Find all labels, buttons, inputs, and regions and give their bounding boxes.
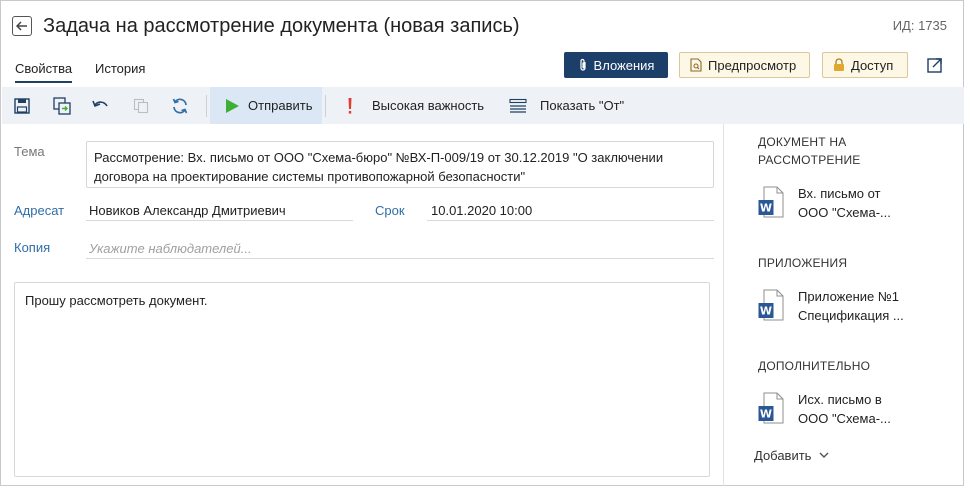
svg-text:W: W: [760, 408, 772, 421]
attachment-item[interactable]: W Приложение №1 Спецификация ...: [758, 287, 948, 327]
additional-name-line: Исх. письмо в: [798, 392, 882, 407]
additional-name-line: ООО "Схема-...: [798, 411, 891, 426]
addressee-field[interactable]: Новиков Александр Дмитриевич: [89, 203, 286, 218]
deadline-underline: [427, 220, 714, 221]
copy-underline: [86, 258, 714, 259]
additional-item[interactable]: W Исх. письмо в ООО "Схема-...: [758, 390, 948, 430]
addressee-label[interactable]: Адресат: [14, 203, 64, 218]
save-icon[interactable]: [12, 96, 32, 116]
document-item[interactable]: W Вх. письмо от ООО "Схема-...: [758, 184, 948, 224]
show-from-toggle[interactable]: Показать "От": [540, 98, 624, 113]
play-icon: [226, 98, 239, 113]
page-title: Задача на рассмотрение документа (новая …: [43, 15, 520, 37]
add-button[interactable]: Добавить: [754, 448, 829, 463]
undo-icon[interactable]: [91, 96, 111, 116]
refresh-icon[interactable]: [170, 96, 190, 116]
section-attachments-title: ПРИЛОЖЕНИЯ: [758, 256, 848, 270]
preview-label: Предпросмотр: [708, 57, 797, 73]
arrow-left-icon: [16, 21, 27, 31]
task-window: Задача на рассмотрение документа (новая …: [0, 0, 964, 486]
copy-field[interactable]: Укажите наблюдателей...: [89, 241, 252, 256]
svg-text:W: W: [760, 305, 772, 318]
save-and-close-icon[interactable]: [52, 96, 72, 116]
message-body[interactable]: Прошу рассмотреть документ.: [14, 282, 710, 477]
preview-icon: [690, 58, 702, 72]
exclamation-icon[interactable]: [340, 96, 360, 116]
attachment-name-line: Спецификация ...: [798, 308, 904, 323]
tab-properties[interactable]: Свойства: [15, 61, 73, 83]
svg-text:W: W: [760, 202, 772, 215]
addressee-underline: [86, 220, 353, 221]
back-button[interactable]: [12, 16, 32, 36]
toolbar: Отправить Высокая важность Показать "От": [2, 87, 964, 124]
deadline-field[interactable]: 10.01.2020 10:00: [431, 203, 532, 218]
deadline-label[interactable]: Срок: [375, 203, 405, 218]
copy-icon: [131, 96, 151, 116]
tab-history[interactable]: История: [95, 61, 145, 76]
access-label: Доступ: [851, 57, 894, 73]
access-button[interactable]: Доступ: [822, 52, 908, 78]
record-id: ИД: 1735: [892, 18, 947, 33]
word-file-icon: W: [758, 186, 784, 218]
list-icon[interactable]: [508, 96, 528, 116]
high-importance-toggle[interactable]: Высокая важность: [372, 98, 484, 113]
attachment-name-line: Приложение №1: [798, 289, 900, 304]
section-document-title: ДОКУМЕНТ НА РАССМОТРЕНИЕ: [758, 135, 861, 167]
send-label: Отправить: [248, 98, 313, 113]
panel-divider: [723, 124, 724, 486]
word-file-icon: W: [758, 289, 784, 321]
preview-button[interactable]: Предпросмотр: [679, 52, 810, 78]
section-additional-title: ДОПОЛНИТЕЛЬНО: [758, 359, 871, 373]
toolbar-divider: [325, 95, 326, 117]
document-name-line: Вх. письмо от: [798, 186, 881, 201]
toolbar-divider: [206, 95, 207, 117]
attachments-label: Вложения: [593, 57, 655, 73]
word-file-icon: W: [758, 392, 784, 424]
lock-icon: [833, 58, 845, 72]
attachments-button[interactable]: Вложения: [564, 52, 668, 78]
document-name-line: ООО "Схема-...: [798, 205, 891, 220]
send-button[interactable]: Отправить: [210, 87, 322, 124]
subject-label: Тема: [14, 144, 45, 159]
chevron-down-icon: [819, 452, 829, 459]
popout-icon[interactable]: [926, 56, 944, 74]
paperclip-icon: [578, 58, 588, 72]
add-label: Добавить: [754, 448, 812, 463]
copy-label[interactable]: Копия: [14, 240, 50, 255]
subject-field[interactable]: Рассмотрение: Вх. письмо от ООО "Схема-б…: [86, 141, 714, 188]
